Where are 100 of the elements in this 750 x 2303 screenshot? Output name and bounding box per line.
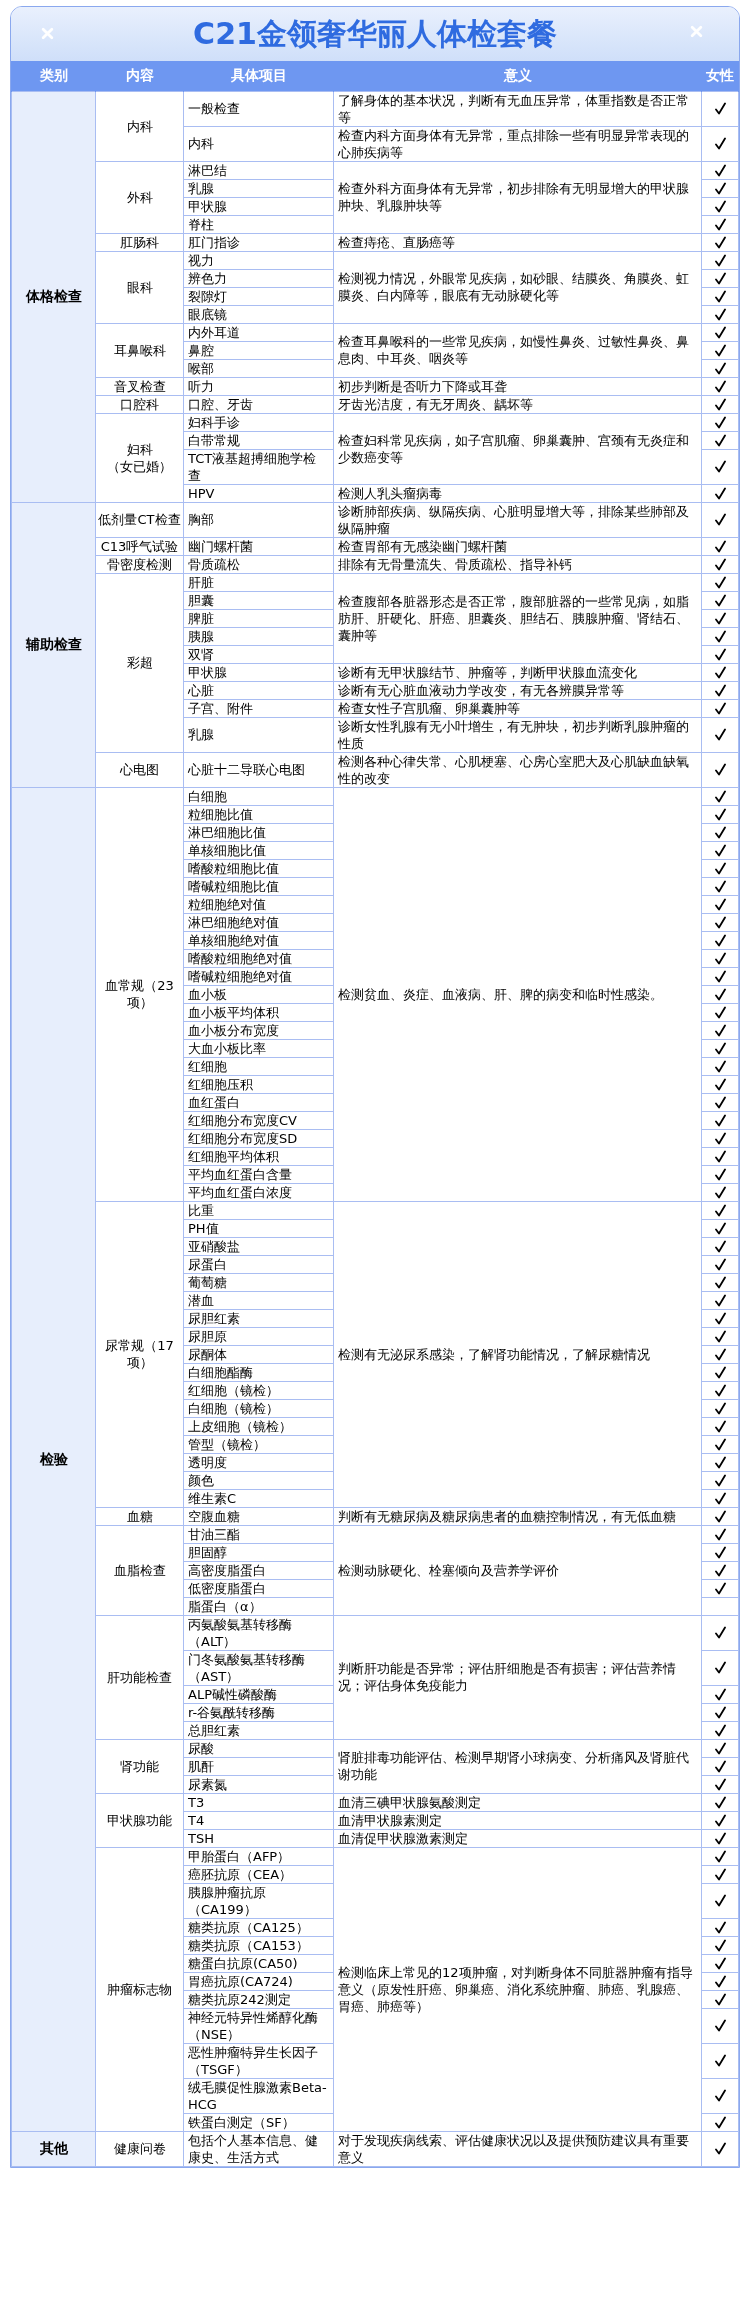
meaning-cell: 判断肝功能是否异常；评估肝细胞是否有损害；评估营养情况；评估身体免疫能力: [333, 1615, 702, 1739]
item-cell: 绒毛膜促性腺激素Beta-HCG: [183, 2078, 334, 2113]
check-icon: [714, 1365, 726, 1379]
meaning-cell: 检测贫血、炎症、血液病、肝、脾的病变和临时性感染。: [333, 787, 702, 1201]
item-cell: 胰腺: [183, 627, 334, 645]
content-cell: 耳鼻喉科: [95, 323, 184, 377]
check-icon: [714, 1705, 726, 1719]
meaning-cell: 诊断有无心脏血液动力学改变，有无各辨膜异常等: [333, 681, 702, 699]
column-header: 具体项目: [183, 61, 334, 91]
check-icon: [714, 1041, 726, 1055]
content-label: 妇科: [125, 440, 154, 458]
check-icon: [714, 325, 726, 339]
check-icon: [714, 1329, 726, 1343]
item-cell: 糖类抗原242测定: [183, 1990, 334, 2008]
check-icon: [714, 1974, 726, 1988]
check-icon: [714, 807, 726, 821]
item-cell: ALP碱性磷酸酶: [183, 1685, 334, 1703]
item-cell: 高密度脂蛋白: [183, 1561, 334, 1579]
check-icon: [714, 1661, 726, 1674]
check-icon: [714, 1293, 726, 1307]
meaning-cell: 对于发现疾病线索、评估健康状况以及提供预防建议具有重要意义: [333, 2131, 702, 2166]
check-icon: [714, 433, 726, 447]
check-icon: [714, 1185, 726, 1199]
meaning-cell: 排除有无骨量流失、骨质疏松、指导补钙: [333, 555, 702, 573]
item-cell: 尿素氮: [183, 1775, 334, 1793]
item-cell: 心脏: [183, 681, 334, 699]
check-icon: [714, 539, 726, 553]
close-icon[interactable]: [690, 25, 703, 38]
content-cell: 肝功能检查: [95, 1615, 184, 1739]
item-cell: 胸部: [183, 502, 334, 537]
item-cell: r-谷氨酰转移酶: [183, 1703, 334, 1721]
content-cell: 外科: [95, 161, 184, 233]
content-cell: 肛肠科: [95, 233, 184, 251]
close-icon[interactable]: [41, 27, 54, 40]
check-icon: [714, 1509, 726, 1523]
item-cell: 管型（镜检）: [183, 1435, 334, 1453]
item-cell: 眼底镜: [183, 305, 334, 323]
item-cell: 脾脏: [183, 609, 334, 627]
check-icon: [714, 1473, 726, 1487]
item-cell: 尿酮体: [183, 1345, 334, 1363]
item-cell: 神经元特异性烯醇化酶（NSE）: [183, 2008, 334, 2043]
check-icon: [714, 1894, 726, 1907]
check-icon: [714, 1023, 726, 1037]
check-icon: [714, 1992, 726, 2006]
meaning-cell: 检查痔疮、直肠癌等: [333, 233, 702, 251]
item-cell: 亚硝酸盐: [183, 1237, 334, 1255]
meaning-cell: 血清甲状腺素测定: [333, 1811, 702, 1829]
check-icon: [714, 253, 726, 267]
check-icon: [714, 361, 726, 375]
item-cell: HPV: [183, 484, 334, 502]
item-cell: 口腔、牙齿: [183, 395, 334, 413]
check-icon: [714, 217, 726, 231]
item-cell: 透明度: [183, 1453, 334, 1471]
item-cell: 嗜酸粒细胞绝对值: [183, 949, 334, 967]
content-cell: 彩超: [95, 573, 184, 752]
column-header: 意义: [333, 61, 702, 91]
check-icon: [714, 933, 726, 947]
item-cell: 铁蛋白测定（SF）: [183, 2113, 334, 2131]
check-icon: [714, 415, 726, 429]
check-icon: [714, 728, 726, 741]
content-cell: C13呼气试验: [95, 537, 184, 555]
item-cell: 大血小板比率: [183, 1039, 334, 1057]
item-cell: 红细胞分布宽度CV: [183, 1111, 334, 1129]
check-icon: [714, 843, 726, 857]
item-cell: 单核细胞绝对值: [183, 931, 334, 949]
check-icon: [714, 1167, 726, 1181]
content-cell: 血糖: [95, 1507, 184, 1525]
check-icon: [714, 1491, 726, 1505]
check-icon: [714, 1131, 726, 1145]
item-cell: 脂蛋白（α）: [183, 1597, 334, 1615]
check-icon: [714, 1401, 726, 1415]
check-icon: [714, 1347, 726, 1361]
check-icon: [714, 1741, 726, 1755]
check-icon: [714, 199, 726, 213]
meaning-cell: 诊断肺部疾病、纵隔疾病、心脏明显增大等，排除某些肺部及纵隔肿瘤: [333, 502, 702, 537]
item-cell: 红细胞压积: [183, 1075, 334, 1093]
check-icon: [714, 1203, 726, 1217]
item-cell: 子宫、附件: [183, 699, 334, 717]
item-cell: 尿蛋白: [183, 1255, 334, 1273]
item-cell: 糖蛋白抗原(CA50): [183, 1954, 334, 1972]
check-icon: [714, 289, 726, 303]
content-cell: 低剂量CT检查: [95, 502, 184, 537]
item-cell: 乳腺: [183, 179, 334, 197]
content-cell: 血常规（23项）: [95, 787, 184, 1201]
item-cell: 白细胞酯酶: [183, 1363, 334, 1381]
check-icon: [714, 2089, 726, 2102]
check-icon: [714, 1419, 726, 1433]
item-cell: 甲胎蛋白（AFP）: [183, 1847, 334, 1865]
check-icon: [714, 683, 726, 697]
content-cell: 血脂检查: [95, 1525, 184, 1615]
item-cell: 乳腺: [183, 717, 334, 752]
check-icon: [714, 1113, 726, 1127]
item-cell: 尿酸: [183, 1739, 334, 1757]
check-icon: [714, 343, 726, 357]
item-cell: 空腹血糖: [183, 1507, 334, 1525]
item-cell: 血小板: [183, 985, 334, 1003]
item-cell: 糖类抗原（CA153）: [183, 1936, 334, 1954]
item-cell: 嗜酸粒细胞比值: [183, 859, 334, 877]
content-cell: 甲状腺功能: [95, 1793, 184, 1847]
check-icon: [714, 2142, 726, 2155]
